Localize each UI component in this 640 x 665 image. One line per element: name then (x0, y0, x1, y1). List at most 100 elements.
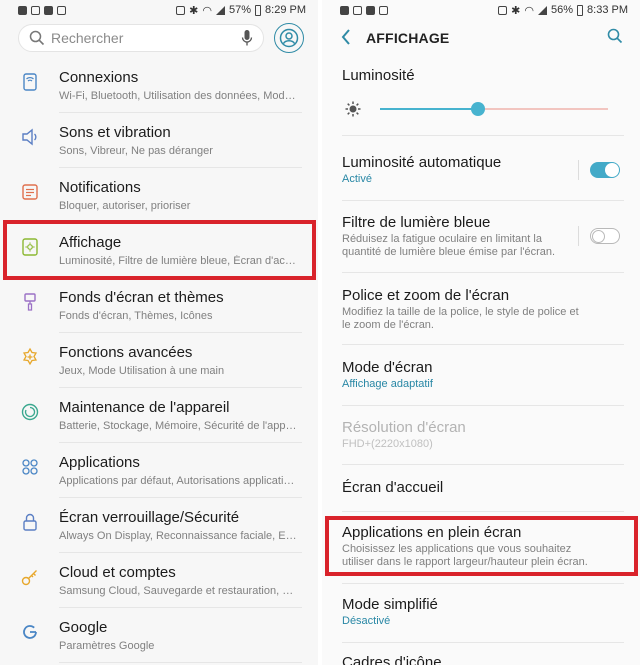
file-icon (379, 5, 388, 15)
item-subtitle: Modifiez la taille de la police, le styl… (342, 306, 579, 331)
divider (342, 583, 624, 584)
auto-brightness-toggle[interactable] (590, 162, 620, 178)
account-icon (279, 28, 299, 48)
search-header (0, 20, 318, 58)
battery-icon (577, 4, 584, 16)
item-title: Écran verrouillage/Sécurité (59, 509, 240, 526)
divider (59, 662, 302, 663)
battery-percent: 57% (229, 4, 252, 16)
wifi-icon: ◠ (202, 4, 212, 17)
battery-percent: 56% (551, 4, 574, 16)
settings-item-fonctions-avancees[interactable]: Fonctions avancées Jeux, Mode Utilisatio… (0, 333, 318, 388)
file-icon (57, 5, 66, 15)
clock: 8:33 PM (587, 4, 628, 16)
search-icon (29, 30, 45, 46)
google-icon (23, 625, 37, 639)
settings-item-sons[interactable]: Sons et vibration Sons, Vibreur, Ne pas … (0, 113, 318, 168)
item-title: Fonctions avancées (59, 344, 193, 361)
notifications-icon (22, 184, 38, 200)
status-bar: ✱ ◠ 56% 8:33 PM (322, 0, 640, 20)
microphone-icon[interactable] (241, 29, 253, 47)
item-subtitle: Réduisez la fatigue oculaire en limitant… (342, 233, 556, 258)
search-input[interactable] (51, 30, 241, 46)
divider (342, 405, 624, 406)
apps-icon (22, 459, 38, 475)
bluetooth-icon: ✱ (511, 4, 521, 17)
battery-icon (255, 4, 262, 16)
item-subtitle: Bloquer, autoriser, prioriser (59, 200, 191, 212)
item-title: Écran d'accueil (342, 479, 444, 496)
slider-fill (380, 108, 478, 110)
divider (342, 344, 624, 345)
brush-icon (24, 293, 36, 311)
divider (342, 511, 624, 512)
settings-item-connexions[interactable]: Connexions Wi-Fi, Bluetooth, Utilisation… (0, 58, 318, 113)
item-subtitle: Wi-Fi, Bluetooth, Utilisation des donnée… (59, 90, 297, 102)
brightness-icon (345, 101, 361, 117)
item-title: Google (59, 619, 108, 636)
wifi-icon: ◠ (524, 4, 534, 17)
item-title: Notifications (59, 179, 141, 196)
settings-item-fonds-ecran[interactable]: Fonds d'écran et thèmes Fonds d'écran, T… (0, 278, 318, 333)
display-settings-screen: ✱ ◠ 56% 8:33 PM AFFICHAGE Luminosité Lum… (322, 0, 640, 665)
highlight-box (325, 516, 638, 576)
profile-button[interactable] (274, 23, 304, 53)
notification-icon (18, 5, 27, 15)
advanced-features-icon (22, 347, 38, 366)
item-title: Police et zoom de l'écran (342, 287, 510, 304)
image-icon (44, 5, 53, 15)
blue-light-filter-toggle[interactable] (590, 228, 620, 244)
signal-icon (538, 5, 547, 15)
item-title: Résolution d'écran (342, 419, 466, 436)
toggle-knob (605, 163, 619, 177)
grid-icon (31, 5, 40, 15)
slider-track (478, 108, 608, 110)
vertical-divider (578, 226, 579, 246)
highlight-box (3, 220, 316, 280)
item-subtitle: Always On Display, Reconnaissance facial… (59, 530, 297, 542)
settings-item-applications[interactable]: Applications Applications par défaut, Au… (0, 443, 318, 498)
settings-item-google[interactable]: Google Paramètres Google (0, 608, 318, 663)
back-icon[interactable] (340, 28, 352, 46)
item-title: Sons et vibration (59, 124, 171, 141)
item-title: Luminosité automatique (342, 154, 502, 171)
alarm-icon (176, 5, 186, 15)
search-bar[interactable] (18, 24, 264, 52)
item-subtitle: Jeux, Mode Utilisation à une main (59, 365, 225, 377)
item-subtitle: Samsung Cloud, Sauvegarde et restauratio… (59, 585, 297, 597)
item-subtitle: Affichage adaptatif (342, 378, 433, 390)
settings-item-maintenance[interactable]: Maintenance de l'appareil Batterie, Stoc… (0, 388, 318, 443)
lock-icon (23, 513, 37, 531)
divider (342, 135, 624, 136)
search-icon[interactable] (607, 28, 623, 44)
item-subtitle: Sons, Vibreur, Ne pas déranger (59, 145, 213, 157)
settings-item-verrouillage[interactable]: Écran verrouillage/Sécurité Always On Di… (0, 498, 318, 553)
settings-item-notifications[interactable]: Notifications Bloquer, autoriser, priori… (0, 168, 318, 223)
key-icon (21, 570, 37, 586)
settings-screen: ✱ ◠ 57% 8:29 PM Connexions Wi-Fi, Blueto… (0, 0, 318, 665)
vertical-divider (578, 160, 579, 180)
item-title: Connexions (59, 69, 139, 86)
slider-thumb[interactable] (471, 102, 485, 116)
divider (342, 464, 624, 465)
settings-item-cloud[interactable]: Cloud et comptes Samsung Cloud, Sauvegar… (0, 553, 318, 608)
item-title: Mode simplifié (342, 596, 438, 613)
item-title: Applications (59, 454, 140, 471)
item-title: Fonds d'écran et thèmes (59, 289, 224, 306)
grid-icon (353, 5, 362, 15)
signal-icon (216, 5, 225, 15)
item-subtitle: Fonds d'écran, Thèmes, Icônes (59, 310, 213, 322)
divider (342, 642, 624, 643)
item-subtitle: Activé (342, 173, 372, 185)
notification-icon (340, 5, 349, 15)
item-title: Cadres d'icône (342, 654, 442, 665)
item-title: Maintenance de l'appareil (59, 399, 230, 416)
clock: 8:29 PM (265, 4, 306, 16)
divider (342, 272, 624, 273)
image-icon (366, 5, 375, 15)
alarm-icon (498, 5, 508, 15)
page-title: AFFICHAGE (366, 30, 450, 46)
item-subtitle: Batterie, Stockage, Mémoire, Sécurité de… (59, 420, 297, 432)
brightness-slider[interactable] (380, 102, 608, 116)
bluetooth-icon: ✱ (189, 4, 199, 17)
